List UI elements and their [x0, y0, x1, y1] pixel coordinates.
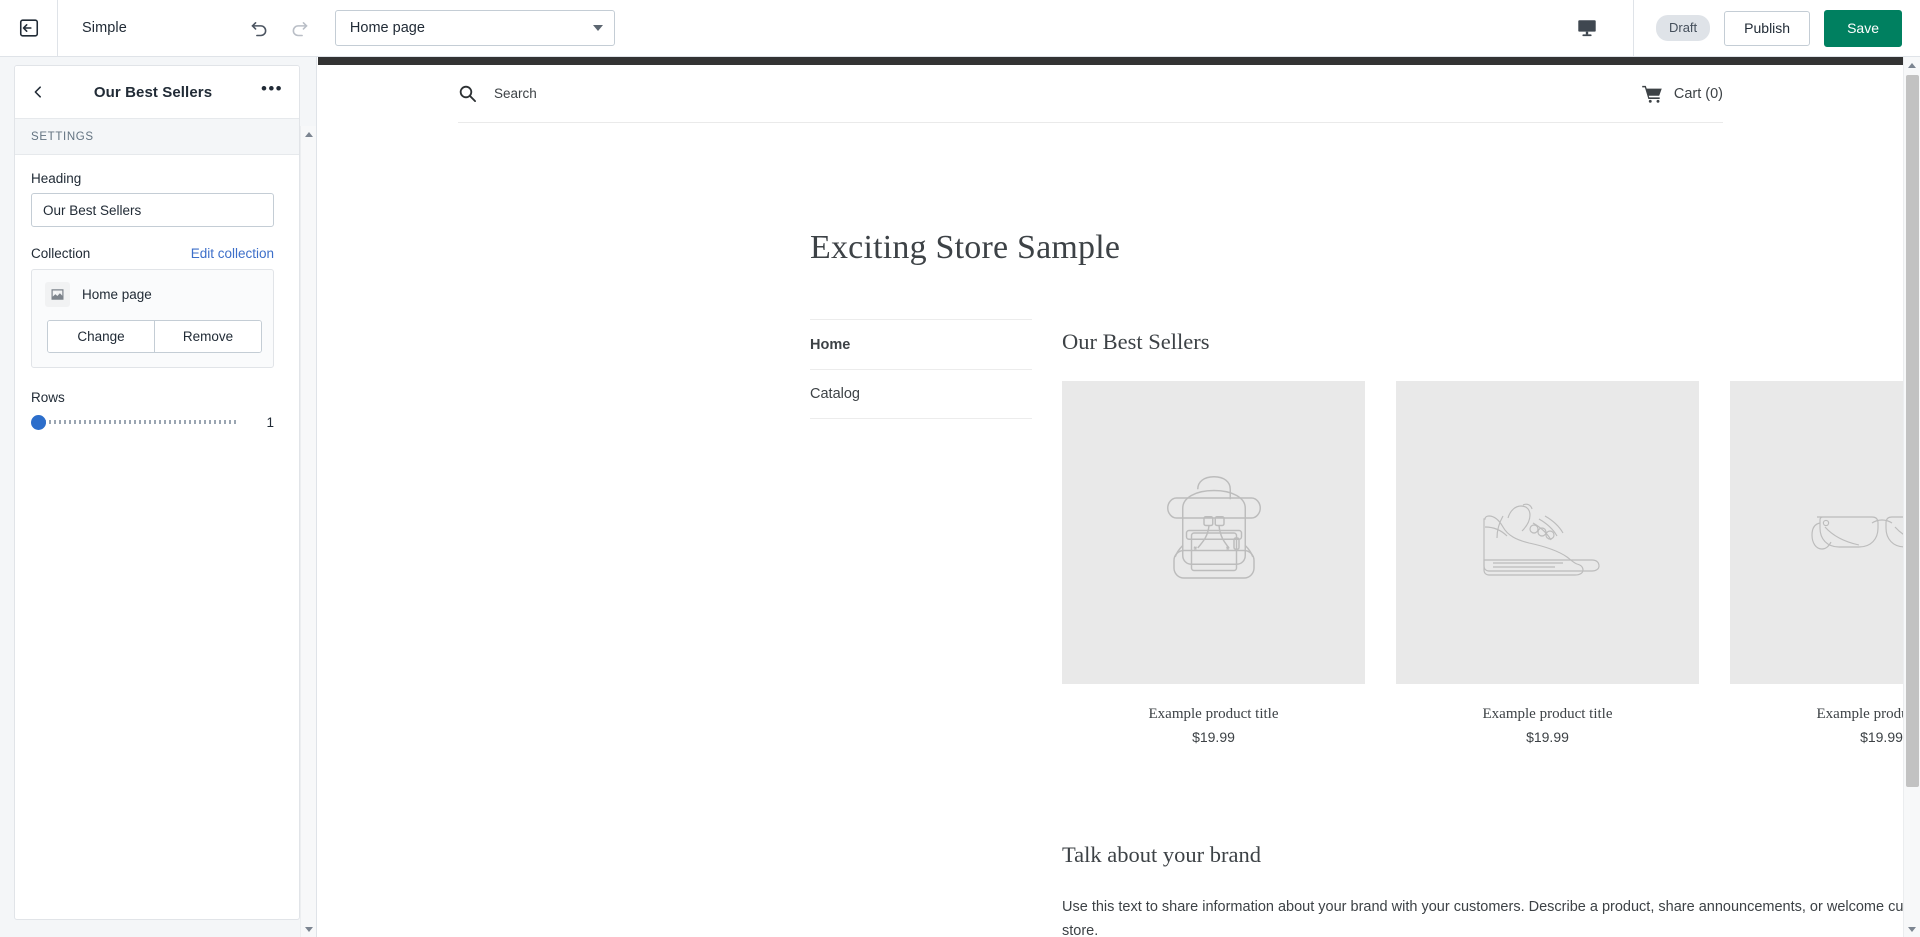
- settings-label-text: SETTINGS: [31, 130, 94, 143]
- product-price: $19.99: [1192, 729, 1235, 745]
- product-image: [1730, 381, 1904, 684]
- collection-picker-box: Home page Change Remove: [31, 269, 274, 368]
- scrollbar-thumb[interactable]: [1906, 75, 1919, 787]
- store-title: Exciting Store Sample: [810, 229, 1121, 266]
- search-label: Search: [494, 86, 537, 101]
- product-title: Example product title: [1482, 706, 1613, 722]
- topbar-right-group: Draft Publish Save: [1567, 0, 1920, 56]
- storefront-preview: Search Cart (0) Exciting Store Sample Ho…: [318, 57, 1904, 937]
- exit-arrow-icon: [19, 19, 38, 37]
- product-card[interactable]: Example product title $19.99: [1730, 381, 1904, 745]
- product-image: [1062, 381, 1365, 684]
- sidebar-header: Our Best Sellers •••: [15, 66, 299, 119]
- ellipsis-icon[interactable]: •••: [259, 79, 285, 105]
- product-title: Example product title: [1816, 706, 1904, 722]
- publish-button[interactable]: Publish: [1724, 10, 1811, 46]
- cart-link[interactable]: Cart (0): [1642, 85, 1723, 103]
- save-button[interactable]: Save: [1824, 9, 1902, 47]
- top-toolbar: Simple Home page Draft Publish Save: [0, 0, 1920, 57]
- product-price: $19.99: [1526, 729, 1569, 745]
- undo-button[interactable]: [245, 13, 275, 43]
- product-card[interactable]: Example product title $19.99: [1396, 381, 1699, 745]
- page-selector-value: Home page: [349, 20, 425, 36]
- section-settings-card: Our Best Sellers ••• SETTINGS Heading Co…: [14, 65, 300, 920]
- desktop-monitor-icon: [1578, 20, 1596, 37]
- shopping-cart-icon: [1642, 85, 1663, 103]
- search-control[interactable]: Search: [458, 84, 537, 103]
- heading-input[interactable]: [31, 193, 274, 227]
- rows-value-label: 1: [266, 414, 274, 430]
- image-placeholder-icon: [45, 282, 70, 307]
- preview-scroll-down-button[interactable]: [1904, 921, 1920, 937]
- slider-track-dots: [44, 420, 238, 424]
- preview-scrollbar[interactable]: [1903, 57, 1920, 937]
- sidebar-scroll-down-button[interactable]: [301, 921, 317, 937]
- undo-icon: [251, 21, 267, 36]
- settings-body: Heading Collection Edit collection Home …: [15, 155, 299, 430]
- status-badge: Draft: [1655, 15, 1711, 41]
- preview-scroll-up-button[interactable]: [1904, 57, 1920, 73]
- product-price: $19.99: [1860, 729, 1903, 745]
- exit-editor-button[interactable]: [0, 0, 58, 56]
- brand-section-text: Use this text to share information about…: [1062, 899, 1904, 937]
- collection-name-label: Home page: [82, 287, 152, 302]
- redo-button[interactable]: [285, 13, 315, 43]
- rows-slider[interactable]: [31, 414, 238, 430]
- product-card[interactable]: Example product title $19.99: [1062, 381, 1365, 745]
- product-grid: Example product title $19.99 Example pro…: [1062, 381, 1904, 745]
- chevron-down-icon: [592, 25, 603, 31]
- change-collection-button[interactable]: Change: [48, 321, 155, 352]
- chevron-down-icon: [305, 926, 313, 932]
- theme-preview-area: Search Cart (0) Exciting Store Sample Ho…: [318, 57, 1904, 937]
- page-selector-dropdown[interactable]: Home page: [334, 10, 615, 46]
- backpack-icon: [1166, 475, 1261, 579]
- rows-slider-row: 1: [31, 414, 274, 430]
- collection-field-label: Collection: [31, 246, 91, 261]
- redo-icon: [293, 21, 309, 36]
- section-heading: Our Best Sellers: [1062, 329, 1210, 354]
- announcement-bar: [318, 57, 1904, 65]
- back-button[interactable]: [31, 85, 53, 99]
- remove-collection-button[interactable]: Remove: [155, 321, 261, 352]
- heading-field-label: Heading: [31, 171, 82, 186]
- history-controls: [245, 13, 315, 43]
- settings-sidebar: Our Best Sellers ••• SETTINGS Heading Co…: [0, 57, 317, 937]
- collection-actions: Change Remove: [47, 320, 262, 353]
- nav-item-home[interactable]: Home: [810, 319, 1032, 369]
- product-title: Example product title: [1148, 706, 1279, 722]
- edit-collection-link[interactable]: Edit collection: [191, 246, 274, 261]
- settings-section-label: SETTINGS: [15, 119, 299, 155]
- eyeglasses-icon: [1810, 515, 1904, 550]
- sidebar-scrollbar[interactable]: [300, 126, 316, 937]
- chevron-down-icon: [1908, 926, 1916, 932]
- cart-label: Cart (0): [1673, 85, 1723, 102]
- device-preview-button[interactable]: [1567, 11, 1607, 45]
- sneaker-icon: [1482, 503, 1600, 576]
- chevron-up-icon: [1908, 62, 1916, 68]
- chevron-left-icon: [34, 86, 41, 98]
- sidebar-title: Our Best Sellers: [93, 83, 213, 101]
- product-image: [1396, 381, 1699, 684]
- rows-field-label: Rows: [31, 390, 65, 405]
- brand-section-heading: Talk about your brand: [1062, 842, 1261, 867]
- storefront-header: Search Cart (0): [458, 65, 1723, 123]
- theme-name-label: Simple: [82, 20, 127, 36]
- sidebar-scroll-up-button[interactable]: [301, 126, 317, 142]
- slider-thumb[interactable]: [31, 414, 46, 430]
- collection-field-row: Collection Edit collection: [31, 246, 274, 261]
- collection-selected-item: Home page: [45, 282, 260, 307]
- chevron-up-icon: [305, 131, 313, 137]
- publish-actions: Draft Publish Save: [1632, 0, 1920, 56]
- storefront-nav: Home Catalog: [810, 319, 1032, 419]
- nav-item-catalog[interactable]: Catalog: [810, 369, 1032, 419]
- search-icon: [458, 84, 477, 103]
